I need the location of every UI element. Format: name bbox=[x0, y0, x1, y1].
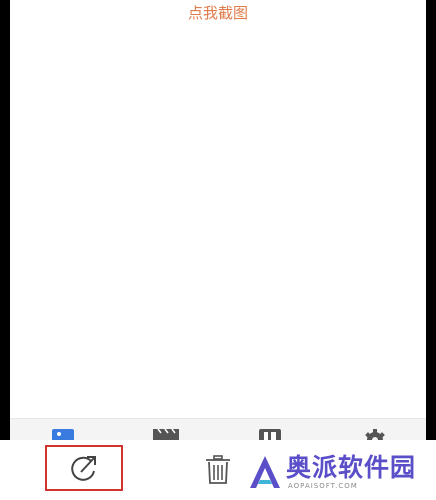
photo-icon bbox=[52, 429, 74, 440]
aopai-logo-icon bbox=[250, 456, 280, 488]
tab-settings[interactable] bbox=[364, 429, 386, 440]
tab-photos[interactable] bbox=[52, 429, 74, 440]
watermark-url: AOPAISOFT.COM bbox=[288, 482, 358, 490]
gear-icon bbox=[365, 429, 385, 440]
hd-icon bbox=[259, 429, 281, 440]
bottom-tab-bar bbox=[10, 418, 426, 440]
tab-hd[interactable] bbox=[259, 429, 281, 440]
clapperboard-icon bbox=[153, 429, 179, 440]
delete-button[interactable] bbox=[202, 453, 234, 487]
trash-icon bbox=[206, 455, 230, 484]
capture-screenshot-button[interactable]: 点我截图 bbox=[10, 2, 426, 24]
watermark: 奥派软件园 AOPAISOFT.COM bbox=[248, 452, 428, 494]
app-screen: 点我截图 bbox=[10, 0, 426, 440]
tab-video[interactable] bbox=[153, 429, 179, 440]
share-icon bbox=[71, 456, 96, 481]
share-button[interactable] bbox=[45, 445, 123, 491]
watermark-name: 奥派软件园 bbox=[286, 453, 417, 482]
